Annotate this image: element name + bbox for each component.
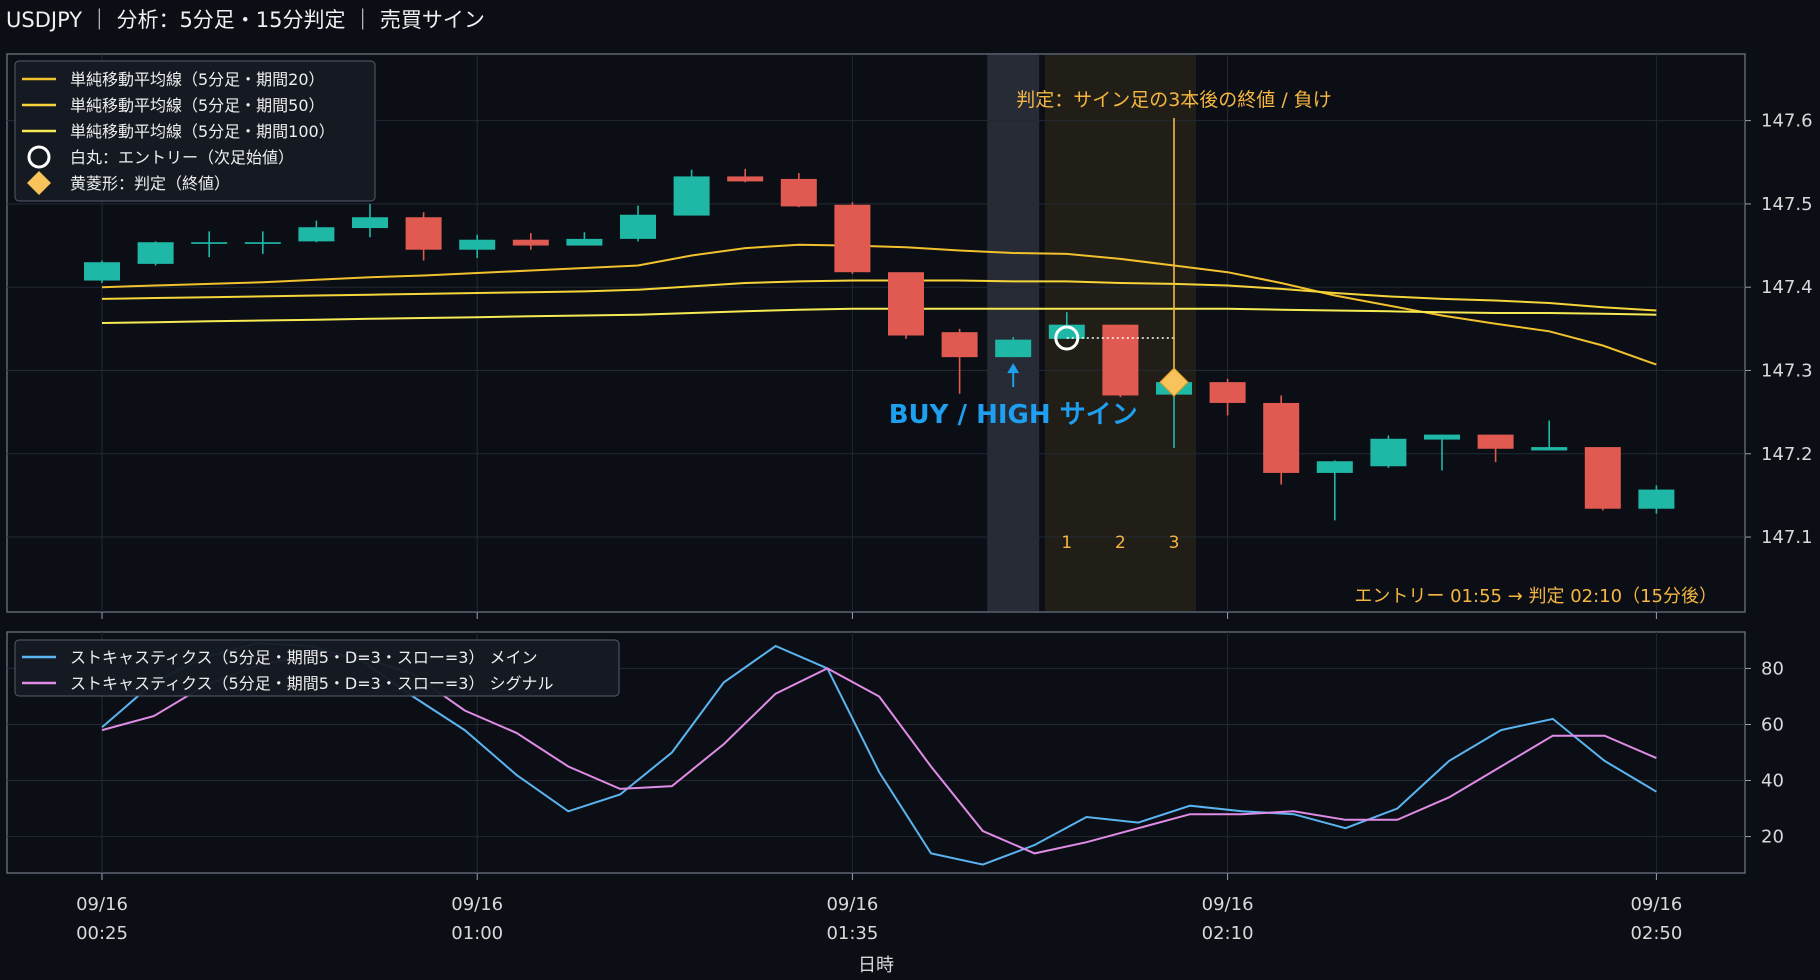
price-tick-label: 147.2 <box>1761 444 1813 465</box>
candle-body <box>1584 447 1621 509</box>
candle-body <box>1531 447 1568 451</box>
x-axis-label: 日時 <box>858 955 894 976</box>
candle-body <box>1424 434 1460 440</box>
candle-body <box>298 227 335 242</box>
chart-canvas: BUY / HIGH サイン 判定：サイン足の3本後の終値 / 負け 1 2 3 エントリ… <box>6 53 1813 976</box>
candle-body <box>1263 402 1300 473</box>
x-tick-time: 01:00 <box>451 923 503 944</box>
price-tick-label: 147.4 <box>1761 277 1813 298</box>
x-tick-date: 09/16 <box>451 894 503 915</box>
legend-item-label: 黄菱形：判定（終値） <box>70 174 230 193</box>
stochastic-legend: ストキャスティクス（5分足・期間5・D=3・スロー=3） メインストキャスティク… <box>14 639 620 697</box>
stochastic-axis-ticks: 20 40 60 80 <box>1745 658 1784 848</box>
buy-signal-label: BUY / HIGH サイン <box>889 400 1138 430</box>
bar-count-label: 1 <box>1061 533 1072 553</box>
candle-body <box>1477 434 1514 449</box>
candle-body <box>512 239 549 246</box>
candle-body <box>566 238 603 246</box>
bar-count-label: 3 <box>1169 533 1180 553</box>
legend-item-label: 単純移動平均線（5分足・期間50） <box>70 96 325 115</box>
x-tick-time: 02:50 <box>1630 923 1682 944</box>
price-tick-label: 147.5 <box>1761 194 1813 215</box>
signal-bar-highlight <box>987 55 1040 611</box>
x-tick-time: 02:10 <box>1202 923 1254 944</box>
legend-item-label: 白丸：エントリー（次足始値） <box>70 148 294 167</box>
candle-body <box>780 178 817 207</box>
stochastic-tick-label: 80 <box>1761 658 1784 679</box>
judge-label: 判定：サイン足の3本後の終値 / 負け <box>1016 89 1332 111</box>
candle-body <box>995 339 1032 358</box>
candle-body <box>352 217 388 229</box>
price-axis-ticks: 147.1 147.2 147.3 147.4 147.5 147.6 <box>1745 111 1813 548</box>
legend-item-label: 単純移動平均線（5分足・期間20） <box>70 70 325 89</box>
entry-judge-note: エントリー 01:55 → 判定 02:10（15分後） <box>1354 586 1717 607</box>
candle-body <box>888 272 924 336</box>
legend-item-label: 単純移動平均線（5分足・期間100） <box>70 122 335 141</box>
candle-body <box>405 217 442 250</box>
candle-body <box>673 176 710 216</box>
x-tick-time: 01:35 <box>826 923 878 944</box>
x-tick-time: 00:25 <box>76 923 128 944</box>
highlight-zones <box>987 55 1196 611</box>
x-tick-date: 09/16 <box>76 894 128 915</box>
candle-body <box>244 242 281 244</box>
stochastic-tick-label: 20 <box>1761 827 1784 848</box>
x-tick-date: 09/16 <box>1202 894 1254 915</box>
price-tick-label: 147.6 <box>1761 111 1813 132</box>
bar-count-label: 2 <box>1115 533 1126 553</box>
candle-body <box>137 242 174 264</box>
stochastic-tick-label: 40 <box>1761 771 1784 792</box>
candle-body <box>941 332 978 358</box>
candle-body <box>620 214 656 239</box>
candle-body <box>191 242 228 244</box>
candle-body <box>1370 438 1407 467</box>
price-legend: 単純移動平均線（5分足・期間20） 単純移動平均線（5分足・期間50） 単純移動平均… <box>14 60 376 202</box>
price-tick-label: 147.1 <box>1761 527 1813 548</box>
candle-body <box>84 262 120 281</box>
candle-body <box>1209 382 1246 403</box>
stochastic-tick-label: 60 <box>1761 714 1784 735</box>
candle-body <box>1102 324 1139 396</box>
x-tick-date: 09/16 <box>826 894 878 915</box>
price-tick-label: 147.3 <box>1761 360 1813 381</box>
legend-item-label: ストキャスティクス（5分足・期間5・D=3・スロー=3） メイン <box>70 648 538 667</box>
candle-body <box>727 176 764 182</box>
candle-body <box>1316 461 1353 473</box>
x-tick-date: 09/16 <box>1630 894 1682 915</box>
candle-body <box>459 239 496 250</box>
candle-body <box>1638 489 1675 509</box>
legend-item-label: ストキャスティクス（5分足・期間5・D=3・スロー=3） シグナル <box>70 674 554 693</box>
candle-body <box>834 204 871 273</box>
